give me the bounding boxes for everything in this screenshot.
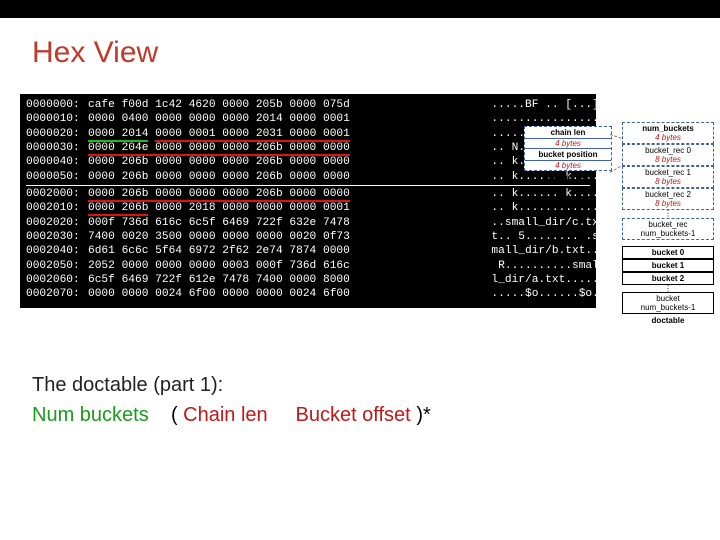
hex-row: 0000040:0000 206b 0000 0000 0000 206b 00… <box>26 155 590 169</box>
hex-dump: 0000000:cafe f00d 1c42 4620 0000 205b 00… <box>20 94 596 308</box>
hex-row: 0000010:0000 0400 0000 0000 0000 2014 00… <box>26 112 590 126</box>
hex-row: 0000020:0000 2014 0000 0001 0000 2031 00… <box>26 127 590 141</box>
diagram-bucket-rec-box: bucket_rec 08 bytes <box>622 144 714 166</box>
hex-row: 0002040:6d61 6c6c 5f64 6972 2f62 2e74 78… <box>26 244 590 258</box>
bucket-rec-label: bucket_rec <box>524 171 612 184</box>
caption-chain-len: Chain len <box>183 404 268 426</box>
hex-row: 0002060:6c5f 6469 722f 612e 7478 7400 00… <box>26 273 590 287</box>
hex-row: 0002020:000f 736d 616c 6c5f 6469 722f 63… <box>26 216 590 230</box>
hex-row: 0002010:0000 206b 0000 2018 0000 0000 00… <box>26 201 590 215</box>
diagram-bucket-cell: bucket 2 <box>622 272 714 285</box>
caption-line2: Num buckets ( Chain len Bucket offset )* <box>32 400 431 430</box>
caption-paren-close: )* <box>416 404 430 426</box>
hex-row: 0002050:2052 0000 0000 0000 0003 000f 73… <box>26 259 590 273</box>
caption-block: The doctable (part 1): Num buckets ( Cha… <box>32 370 431 430</box>
bucket-rec-diagram: chain len4 bytesbucket position4 bytes b… <box>524 126 612 184</box>
diagram-bucket-cell: bucket 1 <box>622 259 714 272</box>
hex-row: 0002070:0000 0000 0024 6f00 0000 0000 00… <box>26 287 590 301</box>
diagram-bucket-rec-box: bucket_rec 18 bytes <box>622 166 714 188</box>
hex-row: 0000050:0000 206b 0000 0000 0000 206b 00… <box>26 170 590 184</box>
diagram-last-bucket-cell: bucket num_buckets-1 <box>622 292 714 314</box>
diagram-num-buckets-box: num_buckets 4 bytes <box>622 122 714 144</box>
top-black-bar <box>0 0 720 18</box>
diagram-doctable-label: doctable <box>622 314 714 327</box>
caption-paren-open: ( <box>171 404 183 426</box>
hex-row: 0000030:0000 204e 0000 0000 0000 206b 00… <box>26 141 590 155</box>
diagram-bucket-rec-box: bucket_rec 28 bytes <box>622 188 714 210</box>
bucket-rec-row: chain len <box>525 127 611 138</box>
diagram-vdots-2: ⋮ <box>622 285 714 293</box>
diagram-num-buckets-size: 4 bytes <box>623 133 713 142</box>
slide-title: Hex View <box>0 18 720 70</box>
hex-row: 0000000:cafe f00d 1c42 4620 0000 205b 00… <box>26 98 590 112</box>
diagram-num-buckets-label: num_buckets <box>623 124 713 133</box>
diagram-vdots: ⋮ <box>622 210 714 218</box>
caption-line1: The doctable (part 1): <box>32 370 431 400</box>
bucket-rec-row: 4 bytes <box>525 138 611 148</box>
hex-row: 0002030:7400 0020 3500 0000 0000 0000 00… <box>26 230 590 244</box>
bucket-rec-row: bucket position <box>525 148 611 160</box>
diagram-last-bucket-rec: bucket_rec num_buckets-1 <box>622 218 714 240</box>
doctable-diagram: num_buckets 4 bytes bucket_rec 08 bytesb… <box>622 122 714 327</box>
diagram-bucket-cell: bucket 0 <box>622 246 714 259</box>
bucket-rec-row: 4 bytes <box>525 160 611 170</box>
hex-row: 0002000:0000 206b 0000 0000 0000 206b 00… <box>26 187 590 201</box>
caption-num-buckets: Num buckets <box>32 404 149 426</box>
caption-bucket-offset: Bucket offset <box>295 404 410 426</box>
